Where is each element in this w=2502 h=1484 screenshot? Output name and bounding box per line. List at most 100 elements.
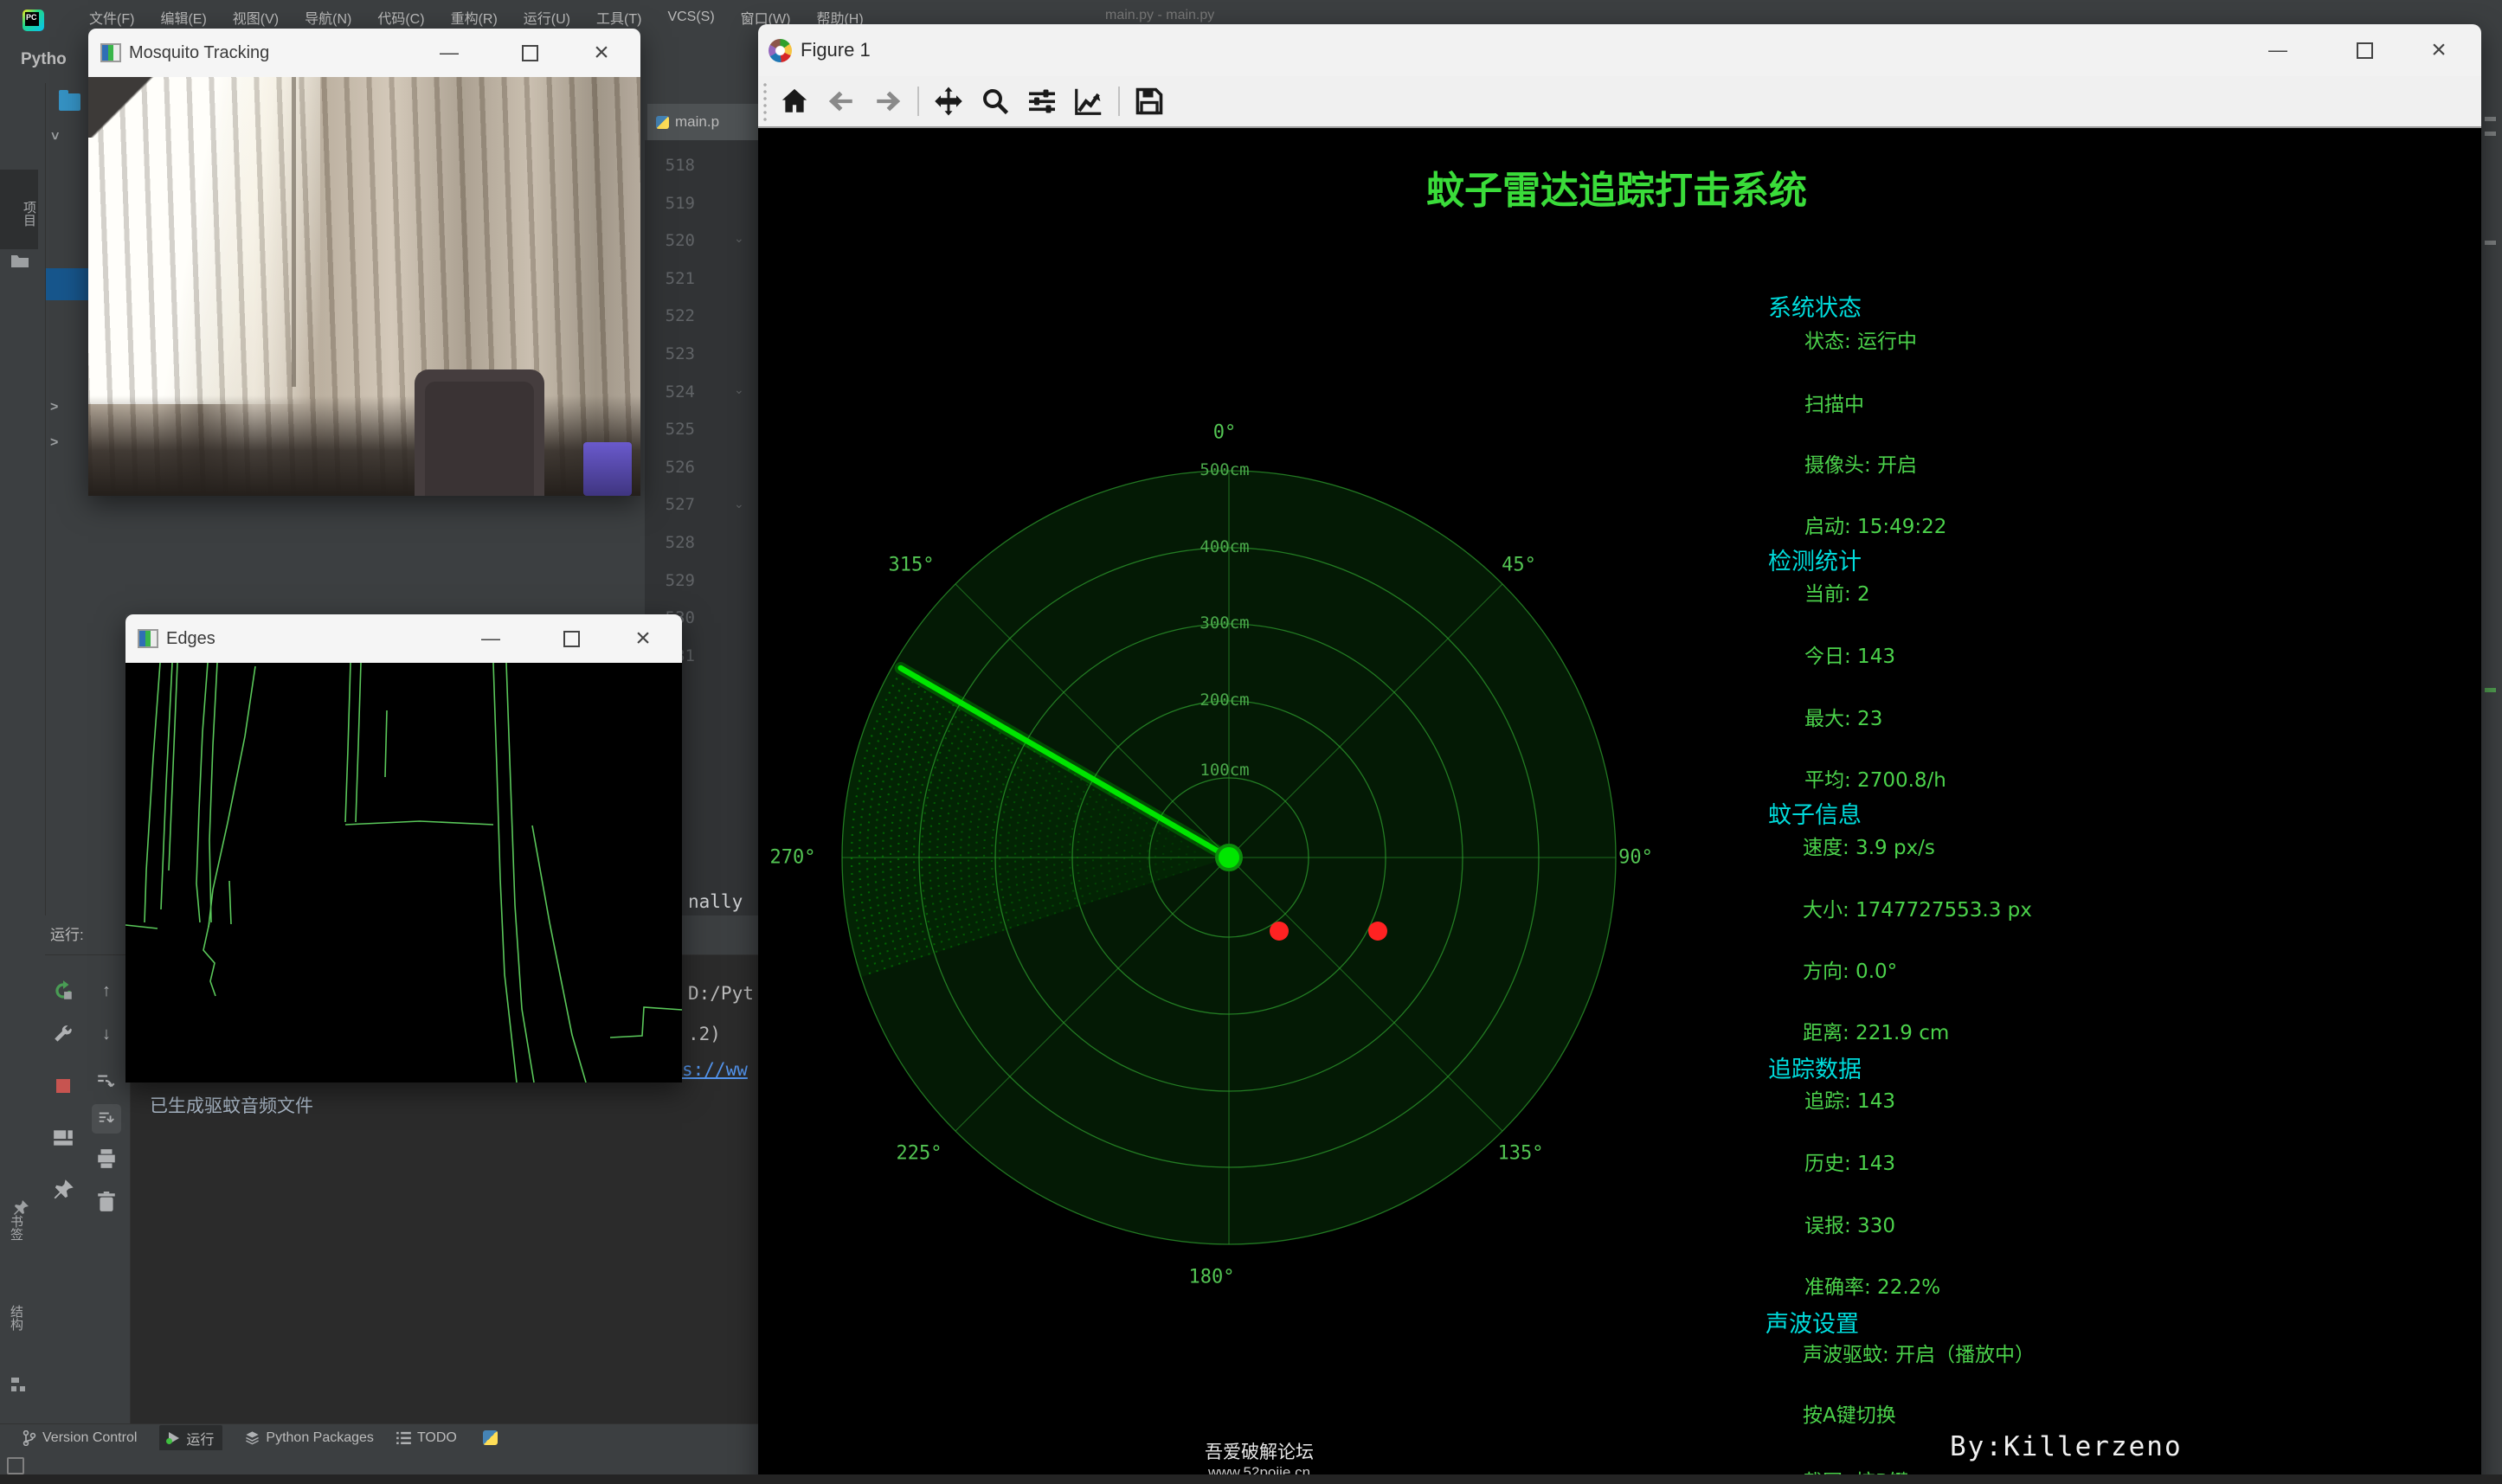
chair-silhouette (415, 369, 544, 496)
maximize-button[interactable] (499, 29, 560, 77)
stop-icon[interactable] (52, 1075, 74, 1097)
skip-icon[interactable] (95, 1070, 118, 1092)
close-button[interactable]: × (2409, 24, 2469, 76)
toolbar-item-todo[interactable]: TODO (396, 1430, 457, 1446)
edges-titlebar[interactable]: Edges — × (125, 614, 682, 663)
stats-value: 今日: 143 (1804, 639, 1895, 669)
fold-marker-icon[interactable]: ⌄ (734, 231, 744, 246)
ide-left-stripe: 项目 书签 结构 (0, 83, 46, 1423)
axes-edit-icon[interactable] (1071, 84, 1106, 119)
menu-item[interactable]: 导航(N) (292, 7, 364, 28)
arrow-down-icon[interactable]: ↓ (95, 1023, 118, 1045)
pin-icon[interactable] (12, 1199, 29, 1217)
pin-icon[interactable] (52, 1179, 74, 1201)
chevron-down-icon[interactable]: > (47, 132, 62, 139)
sidebar-tab-structure[interactable]: 结构 (7, 1305, 25, 1331)
python-console-icon[interactable] (483, 1430, 498, 1445)
minimize-button[interactable]: — (460, 614, 521, 663)
toolbar-separator (917, 87, 919, 116)
layout-icon[interactable] (52, 1127, 74, 1149)
forward-button[interactable] (871, 84, 905, 119)
menu-item[interactable]: 工具(T) (583, 7, 654, 28)
git-branch-icon (23, 1430, 36, 1446)
ring-label: 200cm (1200, 691, 1249, 710)
line-number: 527 (645, 486, 695, 524)
toolbar-item-run[interactable]: 运行 (159, 1425, 222, 1451)
scrollbar-mark (2485, 117, 2496, 121)
toolbar-item-version-control[interactable]: Version Control (23, 1430, 137, 1446)
home-button[interactable] (777, 84, 812, 119)
fold-marker-icon[interactable]: ⌄ (734, 497, 744, 511)
back-button[interactable] (824, 84, 859, 119)
minimize-button[interactable]: — (2248, 24, 2308, 76)
toolbar-item-label: Version Control (42, 1430, 137, 1446)
sidebar-tab-project-label: 项目 (22, 201, 36, 227)
arrow-up-icon[interactable]: ↑ (95, 980, 118, 1002)
line-number: 524 (645, 374, 695, 412)
close-button[interactable]: × (571, 29, 632, 77)
credit-text: By:Killerzeno (1950, 1431, 2183, 1462)
project-root-folder-icon[interactable] (59, 93, 80, 111)
scrollbar-mark (2485, 132, 2496, 136)
camera-feed-image (88, 77, 640, 496)
menu-item[interactable]: VCS(S) (654, 10, 727, 25)
python-file-icon (656, 116, 669, 129)
window-frame (292, 77, 296, 387)
menu-item[interactable]: 运行(U) (511, 7, 583, 28)
chevron-right-icon[interactable]: > (50, 435, 58, 451)
menu-item[interactable]: 重构(R) (438, 7, 511, 28)
sidebar-tab-bookmarks[interactable]: 书签 (7, 1215, 25, 1241)
purple-object (583, 442, 632, 496)
scrollbar-mark (2485, 688, 2496, 692)
menu-item[interactable]: 代码(C) (364, 7, 437, 28)
statusbar-corner-icon[interactable] (7, 1457, 24, 1474)
minimize-button[interactable]: — (419, 29, 479, 77)
settings-wrench-icon[interactable] (52, 1023, 74, 1045)
sidebar-tab-project[interactable]: 项目 (0, 170, 38, 249)
menu-item[interactable]: 编辑(E) (147, 7, 219, 28)
line-numbers: 5185195205215225235245255265275285295305… (645, 147, 695, 675)
stats-value: 追踪: 143 (1804, 1084, 1895, 1114)
menu-item[interactable]: 文件(F) (76, 7, 147, 28)
zoom-button[interactable] (978, 84, 1013, 119)
line-number: 520 (645, 222, 695, 260)
opencv-window-icon (100, 43, 121, 62)
figure-titlebar[interactable]: Figure 1 — × (758, 24, 2481, 76)
wall-corner (88, 77, 192, 138)
line-number: 518 (645, 147, 695, 185)
subplot-settings-icon[interactable] (1025, 84, 1059, 119)
sidebar-tab-structure-label: 结构 (9, 1305, 23, 1331)
mosquito-titlebar[interactable]: Mosquito Tracking — × (88, 29, 640, 77)
toolbar-drag-handle[interactable] (762, 81, 769, 121)
console-link[interactable]: s://ww (682, 1059, 748, 1080)
pan-button[interactable] (931, 84, 966, 119)
ide-window-title: main.py - main.py (1105, 8, 1214, 23)
editor-scrollbar-strip[interactable] (2481, 0, 2502, 1484)
angle-label: 315° (889, 555, 935, 576)
trash-icon[interactable] (95, 1191, 118, 1213)
angle-label: 270° (770, 847, 816, 869)
opencv-window-icon (138, 629, 158, 648)
figure-window: Figure 1 — × (758, 24, 2481, 1484)
printer-icon[interactable] (95, 1147, 118, 1170)
fold-marker-icon[interactable]: ⌄ (734, 382, 744, 397)
chevron-right-icon[interactable]: > (50, 400, 58, 415)
toolbar-item-python-packages[interactable]: Python Packages (245, 1430, 374, 1446)
scroll-to-end-icon[interactable] (92, 1104, 121, 1134)
edges-window: Edges — × (125, 614, 682, 1082)
line-number: 528 (645, 524, 695, 562)
maximize-button[interactable] (541, 614, 601, 663)
menu-item[interactable]: 视图(V) (220, 7, 292, 28)
stats-heading: 检测统计 (1768, 543, 1862, 576)
save-button[interactable] (1132, 84, 1167, 119)
stats-heading: 声波设置 (1766, 1305, 1859, 1339)
stats-value: 按A键切换 (1803, 1398, 1896, 1428)
toolbar-separator (1118, 87, 1120, 116)
sidebar-tab-bookmarks-label: 书签 (9, 1215, 23, 1241)
editor-tab-main-py[interactable]: main.p (647, 104, 758, 140)
rerun-icon[interactable] (52, 980, 74, 1002)
run-toolbar: ↑ ↓ (45, 955, 131, 1423)
maximize-button[interactable] (2334, 24, 2395, 76)
close-button[interactable]: × (613, 614, 673, 663)
scrollbar-mark (2485, 241, 2496, 245)
